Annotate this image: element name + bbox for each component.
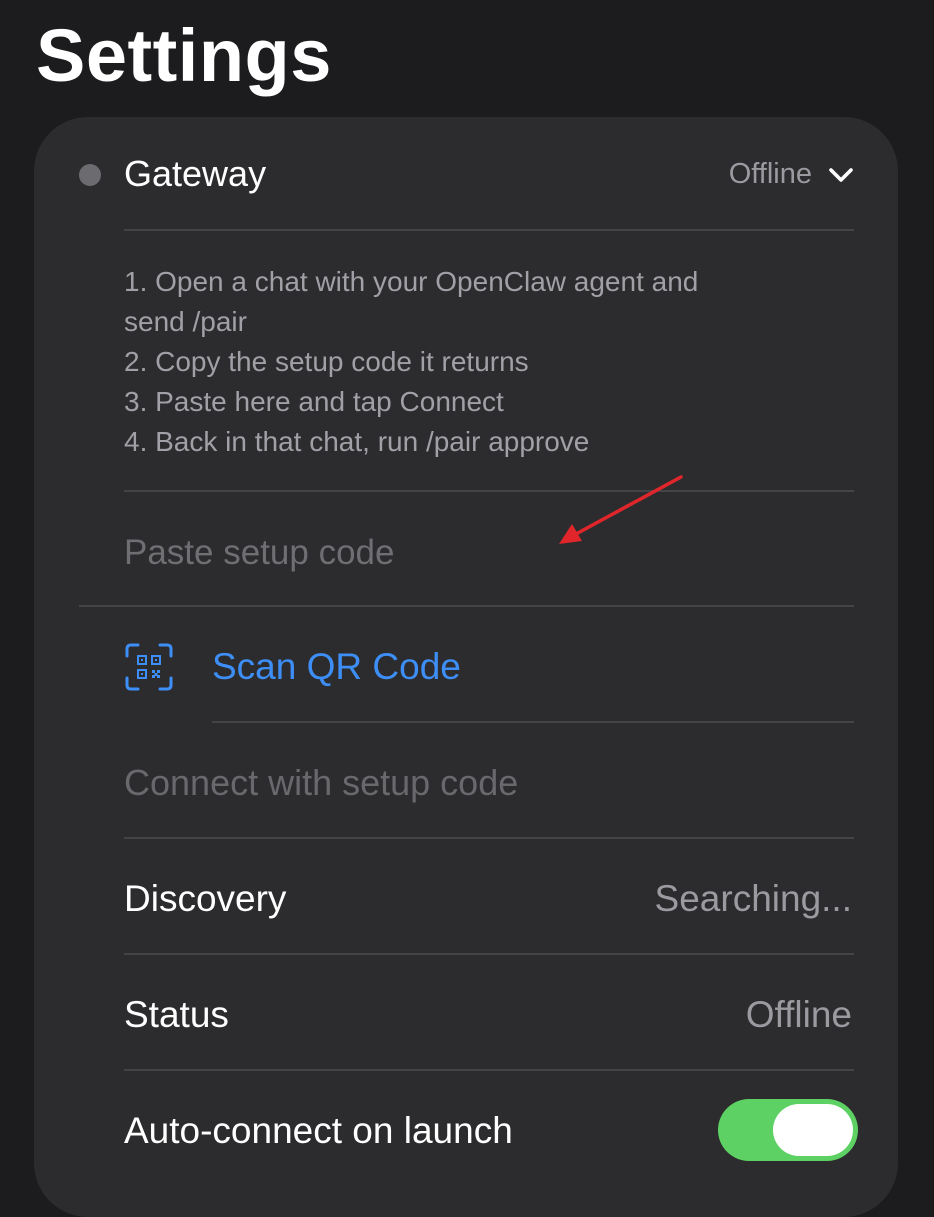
instruction-line: 3. Paste here and tap Connect: [124, 386, 504, 417]
divider: [124, 490, 854, 492]
divider: [79, 605, 854, 607]
qr-code-scan-icon[interactable]: [124, 642, 174, 692]
annotation-arrow-icon: [559, 475, 683, 544]
divider: [124, 1069, 854, 1071]
toggle-knob: [773, 1104, 853, 1156]
connect-button[interactable]: Connect with setup code: [124, 760, 518, 806]
chevron-down-icon[interactable]: [826, 160, 856, 190]
divider: [124, 229, 854, 231]
divider: [124, 953, 854, 955]
divider: [124, 837, 854, 839]
pairing-instructions: 1. Open a chat with your OpenClaw agent …: [124, 262, 804, 462]
auto-connect-toggle[interactable]: [718, 1099, 858, 1161]
gateway-title[interactable]: Gateway: [124, 152, 266, 196]
divider: [212, 721, 854, 723]
status-label: Status: [124, 994, 229, 1035]
instruction-line: send /pair: [124, 306, 247, 337]
scan-qr-button[interactable]: Scan QR Code: [212, 644, 461, 690]
page-title: Settings: [36, 14, 332, 97]
discovery-value: Searching...: [654, 878, 852, 919]
status-value: Offline: [745, 994, 852, 1035]
status-dot: [79, 164, 101, 186]
auto-connect-label: Auto-connect on launch: [124, 1110, 513, 1151]
instruction-line: 4. Back in that chat, run /pair approve: [124, 426, 590, 457]
instruction-line: 2. Copy the setup code it returns: [124, 346, 529, 377]
gateway-status[interactable]: Offline: [729, 154, 812, 194]
discovery-label[interactable]: Discovery: [124, 876, 286, 922]
setup-code-input[interactable]: [124, 528, 844, 578]
instruction-line: 1. Open a chat with your OpenClaw agent …: [124, 266, 699, 297]
